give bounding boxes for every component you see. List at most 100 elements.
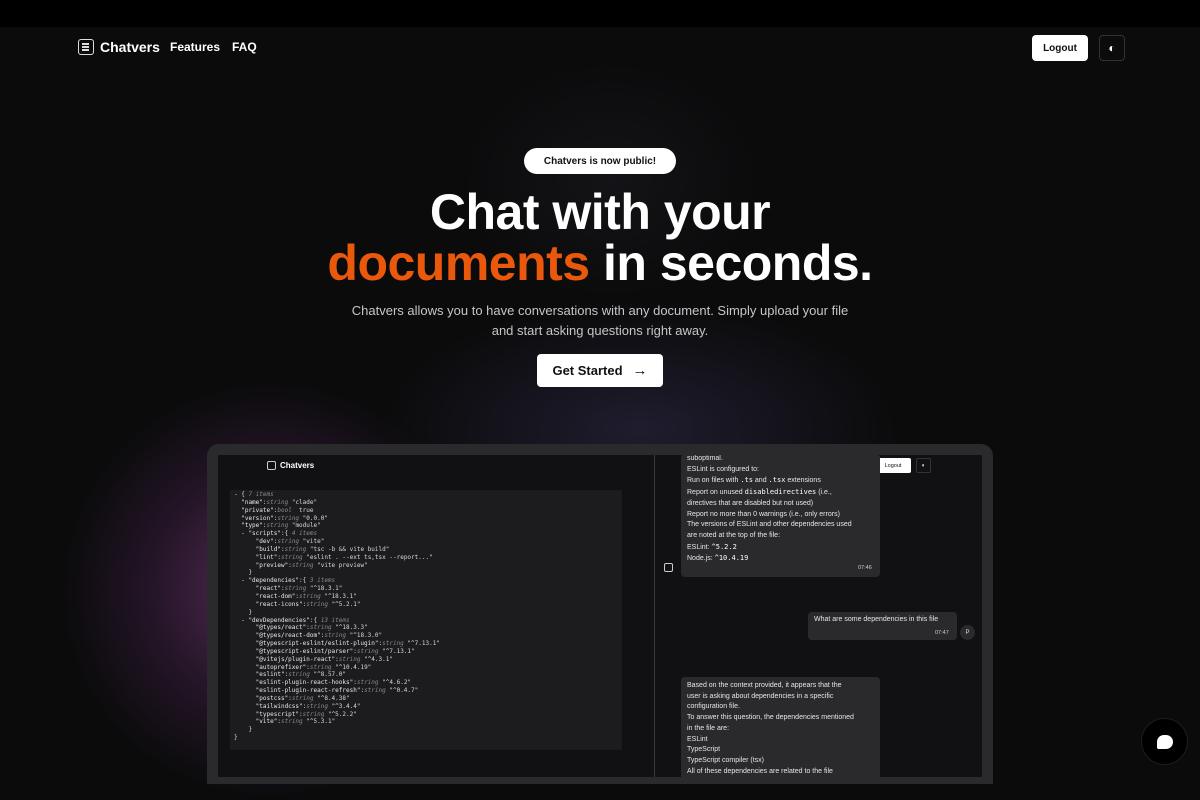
json-token: "@types/react" — [234, 624, 307, 632]
nav-link-features[interactable]: Features — [170, 40, 220, 54]
inline-code: ^5.2.2 — [711, 542, 737, 551]
theme-toggle-button[interactable]: ◐ — [1099, 35, 1125, 61]
message-line: suboptimal. — [687, 455, 723, 462]
arrow-right-icon: → — [632, 362, 648, 379]
json-token: "vite preview" — [317, 561, 368, 569]
hero-subtitle: Chatvers allows you to have conversation… — [351, 303, 849, 338]
json-token: "module" — [291, 522, 321, 530]
json-token: "^5.3.1" — [306, 718, 336, 726]
bot-avatar-icon — [664, 563, 673, 572]
nav-link-faq[interactable]: FAQ — [232, 40, 257, 54]
json-token: :{ — [299, 577, 310, 585]
json-token: string — [302, 710, 328, 718]
json-token: string — [280, 553, 307, 561]
json-token: "typescript" — [234, 710, 300, 718]
app-preview-laptop: Chatvers - { 7 items "name":string "clad… — [207, 444, 993, 784]
json-line: "build":string "tsc -b && vite build" — [234, 546, 618, 554]
json-token: "vite" — [302, 538, 325, 546]
json-token: "^5.2.1" — [331, 600, 361, 608]
json-token: "react-dom" — [234, 592, 296, 600]
json-viewer: - { 7 items "name":string "clade" "priva… — [230, 490, 622, 750]
json-token: "^4.6.2" — [382, 679, 412, 687]
message-line: Node.js: ^10.4.19 — [687, 554, 749, 563]
json-line: "react-dom":string "^18.3.1" — [234, 593, 618, 601]
json-token: "react" — [234, 585, 281, 593]
chatvers-logo-icon — [267, 461, 276, 470]
panel-divider[interactable] — [654, 455, 655, 777]
json-token: string — [306, 702, 332, 710]
get-started-label: Get Started — [552, 363, 623, 378]
json-token: "^18.3.3" — [335, 624, 368, 632]
json-line: "typescript":string "^5.2.2" — [234, 711, 618, 719]
message-line: in the file are: — [687, 724, 730, 732]
moon-sun-icon: ◐ — [1108, 41, 1116, 55]
json-line: - { 7 items — [234, 491, 618, 499]
get-started-button[interactable]: Get Started → — [537, 354, 663, 387]
preview-logout-button: Logout — [875, 458, 911, 473]
brand-name[interactable]: Chatvers — [100, 39, 160, 55]
json-line: } — [234, 609, 618, 617]
json-token: string — [299, 592, 325, 600]
bot-message: Based on the context provided, it appear… — [681, 677, 880, 777]
chatvers-logo-icon[interactable] — [78, 39, 94, 55]
chat-widget-button[interactable] — [1141, 718, 1188, 765]
json-token: "@typescript-eslint/eslint-plugin" — [234, 640, 379, 648]
json-line: "preview":string "vite preview" — [234, 562, 618, 570]
json-token: "name" — [234, 498, 263, 506]
message-line: directives that are disabled but not use… — [687, 499, 814, 507]
top-nav: Chatvers Features FAQ Logout ◐ — [0, 27, 1200, 69]
message-line: To answer this question, the dependencie… — [687, 714, 854, 722]
json-line: - "dependencies":{ 3 items — [234, 577, 618, 585]
json-token: "^4.3.1" — [364, 655, 393, 663]
message-line: Report on unused disabledirectives (i.e.… — [687, 488, 832, 497]
json-token: string — [266, 522, 292, 530]
json-token: string — [356, 679, 383, 687]
json-token: string — [356, 647, 383, 655]
json-token: "eslint" — [234, 671, 285, 679]
json-token: "autoprefixer" — [234, 663, 307, 671]
json-token: string — [382, 640, 408, 648]
json-token: "^7.13.1" — [382, 647, 415, 655]
json-token: string — [288, 671, 314, 679]
json-token: "@typescript-eslint/parser" — [234, 647, 354, 655]
message-line: Run on files with .ts and .tsx extension… — [687, 476, 821, 485]
json-token: - { — [234, 491, 249, 498]
json-line: "type":string "module" — [234, 522, 618, 530]
json-token: "0.0.0" — [302, 514, 328, 522]
json-line: "dev":string "vite" — [234, 538, 618, 546]
json-token: "tsc -b && vite build" — [309, 545, 390, 553]
message-time: 07:46 — [858, 565, 872, 571]
json-line: } — [234, 726, 618, 734]
json-token: "^0.4.7" — [389, 687, 419, 695]
json-line: "@types/react":string "^18.3.3" — [234, 624, 618, 632]
json-token: bool — [277, 506, 296, 514]
json-line: - "scripts":{ 4 items — [234, 530, 618, 538]
message-line: All of these dependencies are related to… — [687, 767, 833, 775]
json-line: "@typescript-eslint/eslint-plugin":strin… — [234, 640, 618, 648]
json-token: "type" — [234, 522, 263, 530]
json-line: "tailwindcss":string "^3.4.4" — [234, 703, 618, 711]
message-line: Based on the context provided, it appear… — [687, 682, 842, 689]
json-line: - "devDependencies":{ 13 items — [234, 617, 618, 625]
json-token: } — [234, 608, 253, 616]
json-token: string — [364, 687, 390, 695]
message-line: user is asking about dependencies in a s… — [687, 692, 834, 700]
json-token: "^18.3.0" — [349, 632, 383, 640]
json-token: } — [234, 734, 238, 742]
json-token: "^7.13.1" — [407, 640, 440, 648]
json-token: string — [277, 514, 303, 522]
logout-button[interactable]: Logout — [1032, 35, 1088, 61]
json-token: } — [234, 726, 253, 734]
json-token: string — [277, 538, 303, 546]
user-message-text: What are some dependencies in this file — [814, 616, 939, 623]
hero-title-accent: documents — [327, 235, 590, 291]
announcement-badge[interactable]: Chatvers is now public! — [524, 148, 676, 174]
json-token: - "dependencies" — [234, 577, 300, 585]
user-avatar: P — [960, 625, 975, 640]
message-time: 07:47 — [935, 630, 949, 636]
json-line: "autoprefixer":string "^10.4.19" — [234, 664, 618, 672]
json-token: string — [309, 624, 336, 632]
json-line: "postcss":string "^8.4.38" — [234, 695, 618, 703]
browser-top-strip — [0, 0, 1200, 27]
json-token: "^8.57.0" — [313, 671, 347, 679]
